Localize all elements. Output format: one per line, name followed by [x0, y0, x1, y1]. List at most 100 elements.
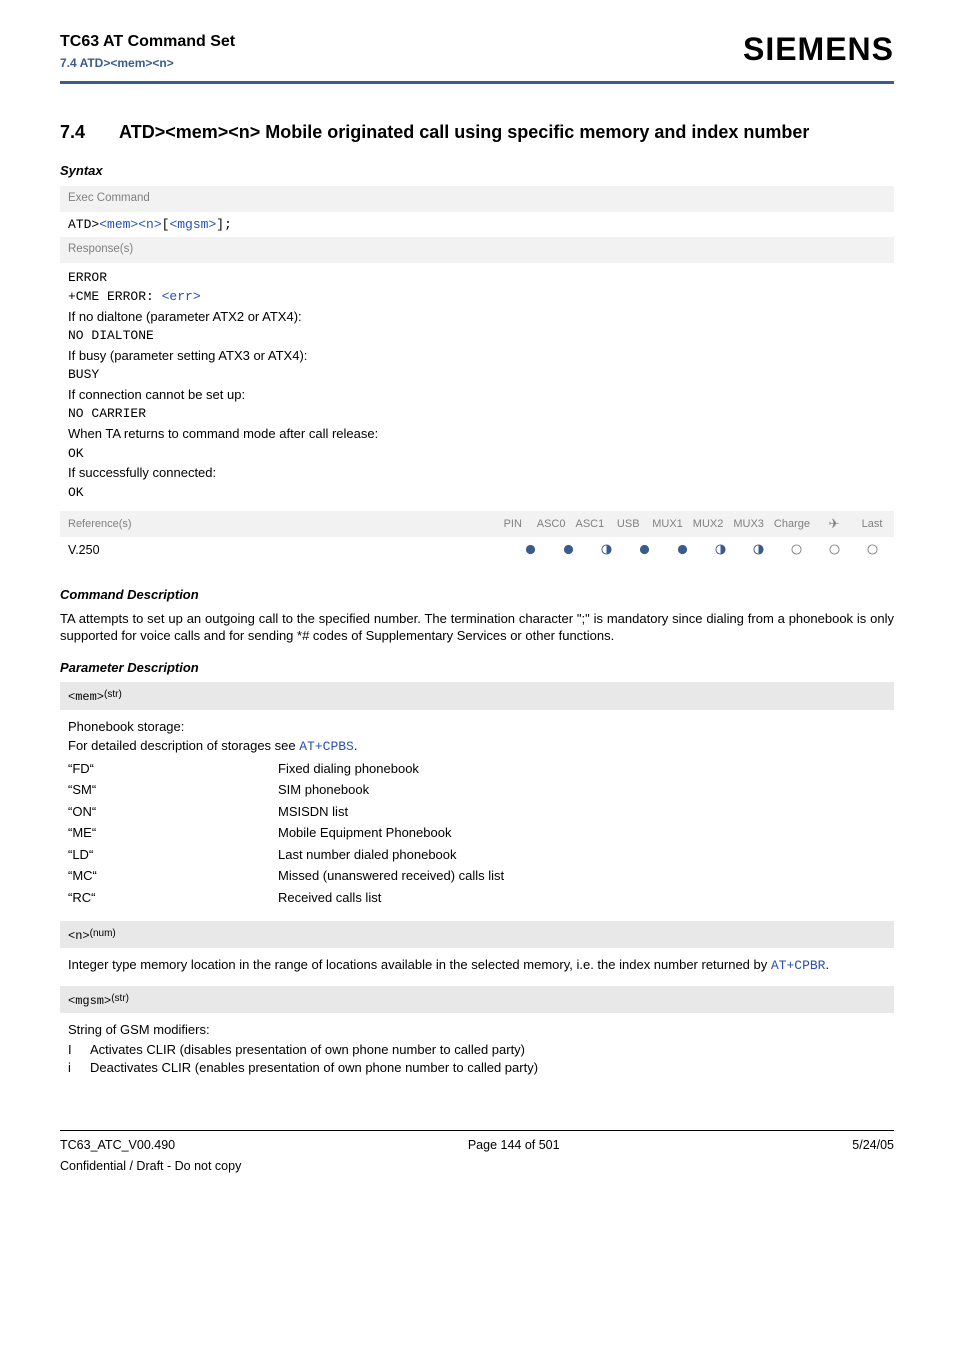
param-mem-row: “RC“Received calls list [68, 889, 886, 907]
section-title: ATD><mem><n> Mobile originated call usin… [119, 120, 809, 144]
section-heading: 7.4 ATD><mem><n> Mobile originated call … [60, 120, 894, 144]
param-n-header: <n>(num) [60, 921, 894, 948]
ref-icon-cell [858, 542, 886, 560]
status-full-icon [563, 544, 574, 555]
resp-cme-arg: <err> [162, 289, 201, 304]
cmd-arg-n: <n> [138, 217, 161, 232]
responses-label: Response(s) [60, 237, 894, 263]
doc-subtitle: 7.4 ATD><mem><n> [60, 53, 235, 71]
resp-nodial: NO DIALTONE [68, 327, 886, 345]
ref-col-asc0: ASC0 [537, 517, 566, 532]
reference-icons [516, 542, 886, 560]
param-mem-rows: “FD“Fixed dialing phonebook “SM“SIM phone… [68, 760, 886, 907]
parameter-description-heading: Parameter Description [60, 659, 894, 677]
reference-value-row: V.250 [60, 537, 894, 565]
resp-nocarrier: NO CARRIER [68, 405, 886, 423]
param-mgsm-key: I [68, 1041, 90, 1059]
param-mgsm-value: Deactivates CLIR (enables presentation o… [90, 1059, 538, 1077]
param-mem-value: Mobile Equipment Phonebook [278, 824, 886, 842]
ref-icon-cell [820, 542, 848, 560]
resp-conn-intro: If successfully connected: [68, 464, 886, 482]
param-mem-intro1: Phonebook storage: [68, 718, 886, 736]
ref-icon-cell [782, 542, 810, 560]
command-description-text: TA attempts to set up an outgoing call t… [60, 610, 894, 645]
param-mem-row: “ME“Mobile Equipment Phonebook [68, 824, 886, 842]
doc-title: TC63 AT Command Set [60, 31, 235, 53]
resp-nodial-intro: If no dialtone (parameter ATX2 or ATX4): [68, 308, 886, 326]
param-mem-row: “SM“SIM phonebook [68, 781, 886, 799]
ref-icon-cell [668, 542, 696, 560]
ref-col-charge: Charge [774, 517, 810, 532]
footer-center: Page 144 of 501 [468, 1137, 560, 1154]
ref-icon-cell [554, 542, 582, 560]
param-mem-header: <mem>(str) [60, 682, 894, 709]
param-mem-value: Fixed dialing phonebook [278, 760, 886, 778]
param-mem-key: “MC“ [68, 867, 278, 885]
param-mem-key: “FD“ [68, 760, 278, 778]
footer-left: TC63_ATC_V00.490 [60, 1137, 175, 1154]
param-mem-body: Phonebook storage: For detailed descript… [60, 710, 894, 921]
ref-col-mux2: MUX2 [693, 517, 724, 532]
status-empty-icon [829, 544, 840, 555]
param-mem-value: SIM phonebook [278, 781, 886, 799]
param-n-body: Integer type memory location in the rang… [60, 948, 894, 987]
ref-icon-cell [516, 542, 544, 560]
link-at-cpbs[interactable]: AT+CPBS [299, 739, 354, 754]
param-mem-name: <mem> [68, 690, 104, 704]
section-number: 7.4 [60, 120, 85, 144]
param-mgsm-intro: String of GSM modifiers: [68, 1021, 886, 1039]
param-mgsm-type: (str) [111, 993, 129, 1004]
ref-icon-cell [630, 542, 658, 560]
ref-col-pin: PIN [499, 517, 527, 532]
cmd-base: ATD> [68, 217, 99, 232]
resp-busy: BUSY [68, 366, 886, 384]
footer-sub: Confidential / Draft - Do not copy [60, 1158, 894, 1175]
param-n-type: (num) [90, 928, 116, 939]
param-mgsm-name: <mgsm> [68, 994, 111, 1008]
page-footer: TC63_ATC_V00.490 Page 144 of 501 5/24/05 [60, 1131, 894, 1158]
ref-col-usb: USB [614, 517, 642, 532]
resp-cme-prefix: +CME ERROR: [68, 289, 162, 304]
param-mgsm-value: Activates CLIR (disables presentation of… [90, 1041, 525, 1059]
param-n-name: <n> [68, 929, 90, 943]
status-half-icon [601, 544, 612, 555]
ref-icon-cell [744, 542, 772, 560]
exec-command-line: ATD><mem><n>[<mgsm>]; [60, 212, 894, 238]
header-left: TC63 AT Command Set 7.4 ATD><mem><n> [60, 31, 235, 71]
link-at-cpbr[interactable]: AT+CPBR [771, 958, 826, 973]
ref-col-airplane-icon: ✈ [820, 515, 848, 533]
status-full-icon [525, 544, 536, 555]
resp-cme: +CME ERROR: <err> [68, 288, 886, 306]
param-mem-row: “LD“Last number dialed phonebook [68, 846, 886, 864]
param-mem-value: MSISDN list [278, 803, 886, 821]
param-n-desc: Integer type memory location in the rang… [68, 956, 886, 975]
resp-noconn-intro: If connection cannot be set up: [68, 386, 886, 404]
param-mem-row: “MC“Missed (unanswered received) calls l… [68, 867, 886, 885]
cmd-arg-mgsm: <mgsm> [169, 217, 216, 232]
param-mgsm-header: <mgsm>(str) [60, 986, 894, 1013]
param-mgsm-row: IActivates CLIR (disables presentation o… [68, 1041, 886, 1059]
header-divider [60, 81, 894, 84]
ref-col-mux3: MUX3 [733, 517, 764, 532]
reference-columns: PIN ASC0 ASC1 USB MUX1 MUX2 MUX3 Charge … [499, 515, 886, 533]
ref-col-last: Last [858, 517, 886, 532]
ref-col-mux1: MUX1 [652, 517, 683, 532]
status-half-icon [753, 544, 764, 555]
param-mem-row: “ON“MSISDN list [68, 803, 886, 821]
ref-icon-cell [592, 542, 620, 560]
param-mem-intro2: For detailed description of storages see… [68, 737, 886, 756]
param-mgsm-body: String of GSM modifiers: IActivates CLIR… [60, 1013, 894, 1086]
syntax-heading: Syntax [60, 162, 894, 180]
param-mgsm-row: iDeactivates CLIR (enables presentation … [68, 1059, 886, 1077]
param-mem-row: “FD“Fixed dialing phonebook [68, 760, 886, 778]
status-half-icon [715, 544, 726, 555]
param-mem-value: Last number dialed phonebook [278, 846, 886, 864]
status-empty-icon [791, 544, 802, 555]
footer-right: 5/24/05 [852, 1137, 894, 1154]
reference-name: V.250 [68, 542, 516, 559]
status-empty-icon [867, 544, 878, 555]
param-mgsm-rows: IActivates CLIR (disables presentation o… [68, 1041, 886, 1076]
param-mgsm-key: i [68, 1059, 90, 1077]
cmd-rbracket: ]; [216, 217, 232, 232]
responses-body: ERROR +CME ERROR: <err> If no dialtone (… [60, 263, 894, 512]
